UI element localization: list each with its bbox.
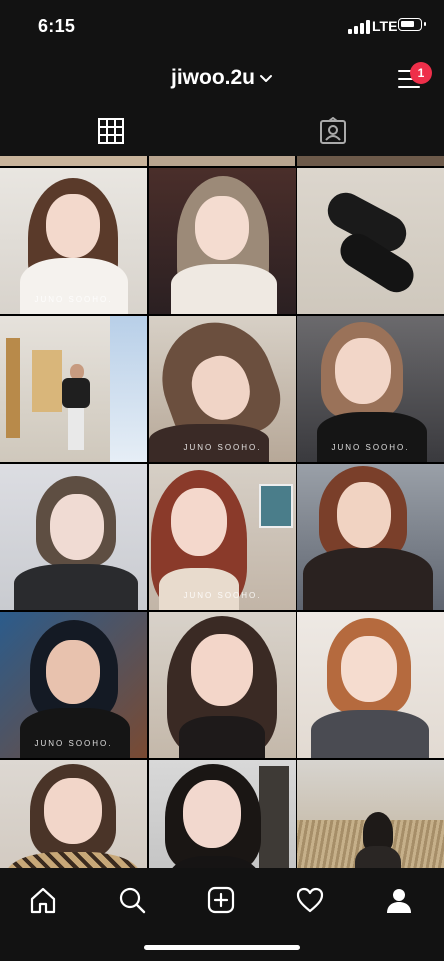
- network-type: LTE: [372, 18, 398, 34]
- nav-activity-button[interactable]: [285, 876, 335, 926]
- posts-grid: JUNO SOOHO. JUNO SOOHO. JUNO SOOHO. JUNO…: [0, 156, 444, 868]
- watermark: JUNO SOOHO.: [331, 443, 410, 452]
- nav-new-post-button[interactable]: [196, 876, 246, 926]
- nav-profile-button[interactable]: [374, 876, 424, 926]
- post-thumbnail[interactable]: JUNO SOOHO.: [149, 316, 296, 462]
- tab-grid[interactable]: [0, 106, 222, 156]
- signal-strength-icon: [348, 20, 370, 34]
- watermark: JUNO SOOHO.: [183, 591, 262, 600]
- post-thumbnail[interactable]: [297, 612, 444, 758]
- watermark: JUNO SOOHO.: [34, 739, 113, 748]
- username: jiwoo.2u: [171, 66, 255, 89]
- account-switcher-button[interactable]: jiwoo.2u: [0, 66, 444, 90]
- home-indicator: [144, 945, 300, 950]
- post-thumbnail[interactable]: [0, 316, 147, 462]
- post-thumbnail[interactable]: [297, 760, 444, 868]
- post-thumbnail[interactable]: [0, 760, 147, 868]
- nav-home-button[interactable]: [18, 876, 68, 926]
- watermark: JUNO SOOHO.: [183, 443, 262, 452]
- post-thumbnail[interactable]: [297, 464, 444, 610]
- post-thumbnail[interactable]: [0, 464, 147, 610]
- post-thumbnail[interactable]: JUNO SOOHO.: [297, 316, 444, 462]
- post-thumbnail[interactable]: JUNO SOOHO.: [0, 612, 147, 758]
- post-thumbnail[interactable]: [149, 168, 296, 314]
- watermark: JUNO SOOHO.: [34, 295, 113, 304]
- post-thumbnail[interactable]: JUNO SOOHO.: [149, 464, 296, 610]
- post-thumbnail[interactable]: [149, 612, 296, 758]
- profile-tabs: [0, 106, 444, 156]
- post-thumbnail[interactable]: [149, 760, 296, 868]
- status-bar: 6:15 LTE: [0, 0, 444, 54]
- post-thumbnail[interactable]: [297, 168, 444, 314]
- post-thumbnail[interactable]: JUNO SOOHO.: [0, 168, 147, 314]
- profile-header: jiwoo.2u: [0, 54, 444, 106]
- partial-post[interactable]: [0, 156, 147, 166]
- notification-badge: 1: [410, 62, 432, 84]
- partial-post[interactable]: [297, 156, 444, 166]
- status-time: 6:15: [38, 16, 76, 36]
- chevron-down-icon: [259, 66, 273, 90]
- nav-search-button[interactable]: [107, 876, 157, 926]
- tab-tagged[interactable]: [222, 106, 444, 156]
- partial-post[interactable]: [149, 156, 295, 166]
- battery-icon: [398, 18, 426, 31]
